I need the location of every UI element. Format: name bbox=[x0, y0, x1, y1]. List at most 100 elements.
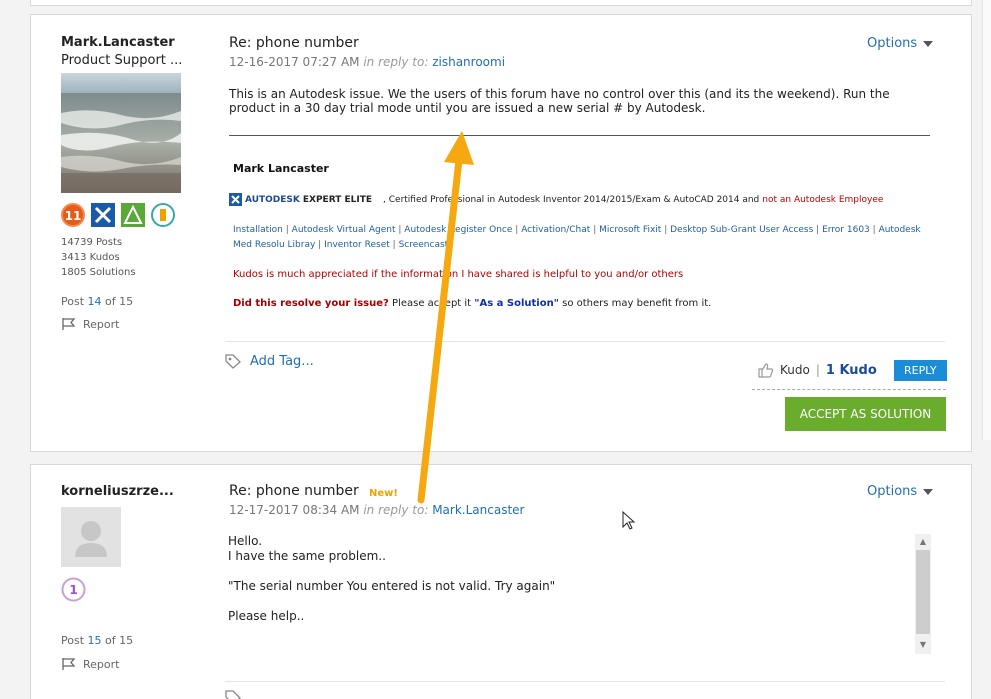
post-subject[interactable]: Re: phone number bbox=[229, 483, 359, 499]
caret-down-icon bbox=[923, 488, 934, 495]
body-line: Please help.. bbox=[228, 609, 305, 623]
options-menu[interactable]: Options bbox=[867, 484, 934, 499]
reply-button[interactable]: REPLY bbox=[894, 360, 947, 381]
sig-link[interactable]: Installation bbox=[233, 225, 283, 235]
default-avatar[interactable] bbox=[61, 507, 121, 567]
sig-link[interactable]: Desktop Sub-Grant User Access bbox=[670, 225, 813, 235]
accept-as-solution-button[interactable]: ACCEPT AS SOLUTION bbox=[785, 397, 946, 431]
kudo-area: Kudo | 1 Kudo bbox=[757, 362, 877, 378]
sig-link[interactable]: Error 1603 bbox=[822, 225, 870, 235]
body-line bbox=[228, 564, 930, 579]
signature-divider bbox=[229, 135, 930, 136]
new-badge: New! bbox=[369, 488, 398, 499]
tag-divider bbox=[225, 341, 945, 342]
add-tag-label: Add Tag... bbox=[250, 354, 314, 369]
post-of: of 15 bbox=[105, 295, 134, 308]
kudos-note: Kudos is much appreciated if the informa… bbox=[233, 269, 684, 280]
autodesk-brand: AUTODESK bbox=[245, 194, 300, 205]
in-reply-label: in reply to: bbox=[363, 503, 429, 517]
post-label: Post bbox=[61, 634, 85, 647]
resolve-end: so others may benefit from it. bbox=[562, 298, 712, 309]
caret-down-icon bbox=[923, 40, 934, 47]
tag-icon bbox=[225, 354, 241, 369]
post-body-scrollarea[interactable]: Hello. I have the same problem.. "The se… bbox=[228, 534, 930, 654]
rank-badge-icon[interactable]: 1 bbox=[61, 577, 86, 606]
scroll-thumb[interactable] bbox=[916, 550, 930, 634]
resolve-mid: Please accept it bbox=[392, 298, 472, 309]
flag-icon bbox=[62, 658, 76, 670]
kudo-divider bbox=[752, 389, 946, 390]
rank-badges: 11 bbox=[61, 203, 175, 227]
sig-link[interactable]: Inventor Reset bbox=[324, 240, 390, 250]
expert-elite-badge-icon[interactable] bbox=[91, 203, 115, 227]
svg-text:1: 1 bbox=[69, 583, 77, 597]
report-link[interactable]: Report bbox=[61, 317, 119, 331]
options-menu[interactable]: Options bbox=[867, 36, 934, 51]
thumbs-up-icon[interactable] bbox=[757, 362, 774, 378]
kudo-label[interactable]: Kudo bbox=[780, 363, 810, 377]
expert-elite-line: AUTODESK EXPERT ELITE , Certified Profes… bbox=[229, 193, 883, 206]
scroll-up-icon[interactable]: ▲ bbox=[915, 535, 931, 549]
sig-link[interactable]: Autodesk Virtual Agent bbox=[292, 225, 396, 235]
options-label: Options bbox=[867, 36, 918, 51]
kudo-count[interactable]: 1 Kudo bbox=[826, 363, 877, 378]
post-subject[interactable]: Re: phone number bbox=[229, 35, 359, 51]
report-link[interactable]: Report bbox=[61, 657, 119, 671]
author-name[interactable]: Mark.Lancaster bbox=[61, 35, 175, 50]
flag-icon bbox=[62, 318, 76, 330]
resolve-note: Did this resolve your issue? Please acce… bbox=[233, 298, 711, 309]
post-date: 12-17-2017 08:34 AM bbox=[229, 503, 360, 517]
signature-name: Mark Lancaster bbox=[233, 162, 329, 175]
badge-icon[interactable]: 11 bbox=[61, 203, 85, 227]
elite-title: EXPERT ELITE bbox=[302, 194, 373, 205]
resolve-question: Did this resolve your issue? bbox=[233, 298, 389, 309]
sig-link[interactable]: Activation/Chat bbox=[521, 225, 590, 235]
svg-text:11: 11 bbox=[65, 209, 82, 223]
resolve-solution: "As a Solution" bbox=[474, 298, 559, 309]
in-reply-user-link[interactable]: zishanroomi bbox=[432, 55, 505, 69]
body-line: I have the same problem.. bbox=[228, 549, 386, 563]
post-index-link[interactable]: 15 bbox=[88, 634, 102, 647]
post-body: Hello. I have the same problem.. "The se… bbox=[228, 534, 930, 624]
post-meta: 12-16-2017 07:27 AM in reply to: zishanr… bbox=[229, 55, 505, 69]
sig-link[interactable]: Microsoft Fixit bbox=[599, 225, 661, 235]
options-label: Options bbox=[867, 484, 918, 499]
post-meta: 12-17-2017 08:34 AM in reply to: Mark.La… bbox=[229, 503, 524, 517]
page-scrollbar-track[interactable] bbox=[982, 0, 991, 440]
user-silhouette-icon bbox=[75, 521, 107, 557]
post-label: Post bbox=[61, 295, 85, 308]
author-rank: Product Support ... bbox=[61, 53, 183, 68]
tag-icon[interactable] bbox=[225, 690, 242, 699]
body-line bbox=[228, 594, 930, 609]
author-name[interactable]: korneliuszrze... bbox=[61, 484, 174, 499]
post-date: 12-16-2017 07:27 AM bbox=[229, 55, 360, 69]
post-of: of 15 bbox=[105, 634, 134, 647]
post-index-link[interactable]: 14 bbox=[88, 295, 102, 308]
report-label: Report bbox=[83, 317, 120, 331]
post-number: Post 15 of 15 bbox=[61, 634, 133, 647]
body-line: Hello. bbox=[228, 534, 263, 548]
mouse-cursor-icon bbox=[622, 510, 636, 535]
autodesk-logo-icon bbox=[229, 193, 242, 206]
author-avatar[interactable] bbox=[61, 73, 181, 193]
solutions-count: 1805 Solutions bbox=[61, 267, 136, 278]
add-tag-link[interactable]: Add Tag... bbox=[225, 354, 314, 369]
report-label: Report bbox=[83, 657, 120, 671]
posts-count: 14739 Posts bbox=[61, 237, 123, 248]
post-scrollbar[interactable]: ▲ ▼ bbox=[915, 534, 931, 654]
in-reply-label: in reply to: bbox=[363, 55, 429, 69]
previous-post-edge bbox=[30, 0, 972, 6]
tag-divider bbox=[225, 681, 945, 682]
ribbon-badge-icon[interactable] bbox=[151, 203, 175, 227]
kudos-count: 3413 Kudos bbox=[61, 252, 120, 263]
scroll-down-icon[interactable]: ▼ bbox=[915, 638, 931, 652]
certified-text: , Certified Professional in Autodesk Inv… bbox=[383, 194, 760, 205]
in-reply-user-link[interactable]: Mark.Lancaster bbox=[432, 503, 524, 517]
post-body: This is an Autodesk issue. We the users … bbox=[229, 87, 890, 115]
signature-links: Installation | Autodesk Virtual Agent | … bbox=[233, 225, 921, 250]
post-number: Post 14 of 15 bbox=[61, 295, 133, 308]
sig-link[interactable]: Autodesk Register Once bbox=[404, 225, 512, 235]
leaf-badge-icon[interactable] bbox=[121, 203, 145, 227]
not-employee-text: not an Autodesk Employee bbox=[762, 194, 884, 205]
sig-link[interactable]: Screencast bbox=[399, 240, 449, 250]
